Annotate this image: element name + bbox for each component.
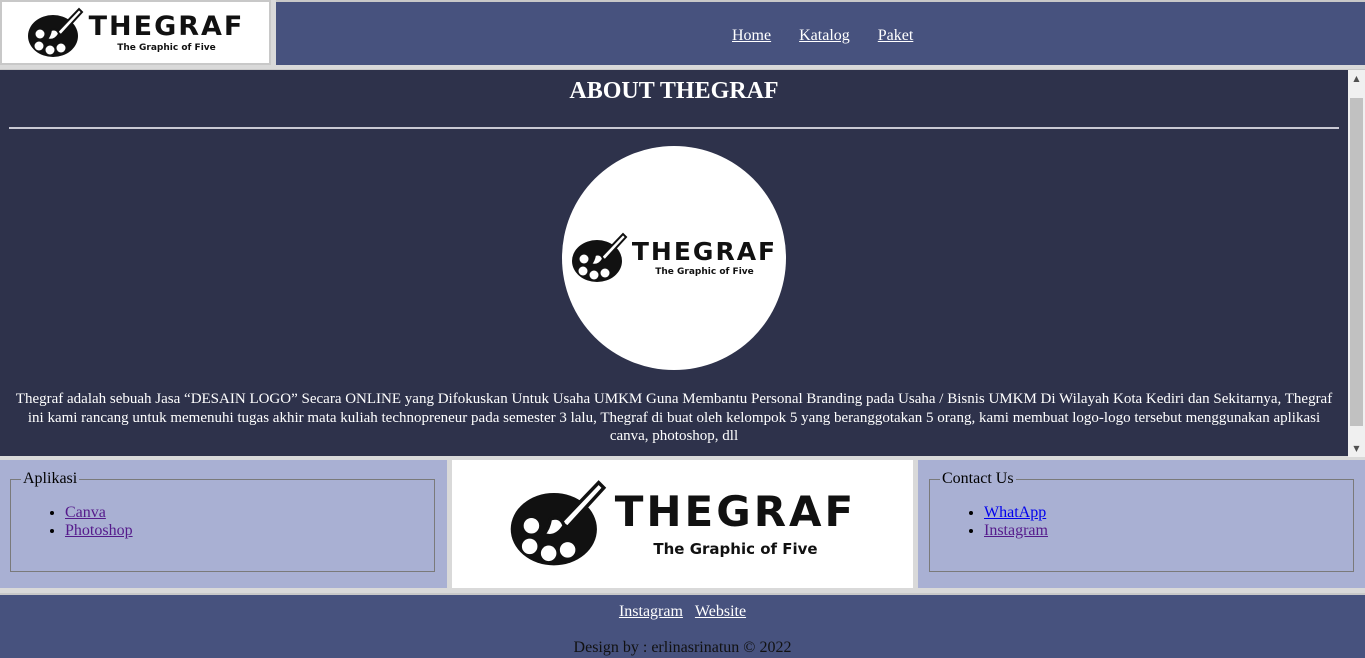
header-nav-frame: Home Katalog Paket bbox=[276, 0, 1365, 65]
center-brand-tagline: The Graphic of Five bbox=[653, 540, 818, 558]
scrollbar-thumb[interactable] bbox=[1350, 98, 1363, 426]
divider bbox=[9, 127, 1339, 129]
about-logo-circle: THEGRAF The Graphic of Five bbox=[562, 146, 786, 370]
list-item: Photoshop bbox=[65, 522, 434, 540]
about-frame: ABOUT THEGRAF THEGRAF The Graphic of Fiv… bbox=[0, 69, 1365, 457]
footer-links: Instagram Website bbox=[0, 603, 1365, 621]
whatsapp-link[interactable]: WhatApp bbox=[984, 504, 1046, 521]
about-title: ABOUT THEGRAF bbox=[569, 78, 779, 104]
palette-icon bbox=[510, 480, 606, 566]
photoshop-link[interactable]: Photoshop bbox=[65, 522, 133, 539]
instagram-link[interactable]: Instagram bbox=[984, 522, 1048, 539]
brand-name: THEGRAF bbox=[88, 10, 245, 42]
brand-logo: THEGRAF The Graphic of Five bbox=[27, 6, 245, 60]
center-brand-name: THEGRAF bbox=[614, 487, 857, 536]
brand-tagline: The Graphic of Five bbox=[117, 42, 216, 53]
palette-icon bbox=[571, 232, 628, 282]
aplikasi-panel: Aplikasi Canva Photoshop bbox=[0, 460, 447, 588]
about-brand-tagline: The Graphic of Five bbox=[655, 267, 754, 277]
contact-legend: Contact Us bbox=[942, 470, 1014, 487]
triangle-up-icon[interactable]: ▲ bbox=[1348, 70, 1365, 87]
about-brand-name: THEGRAF bbox=[631, 237, 778, 266]
aplikasi-list: Canva Photoshop bbox=[21, 504, 434, 540]
footer-brand-logo: THEGRAF The Graphic of Five bbox=[509, 477, 857, 571]
about-content: ABOUT THEGRAF THEGRAF The Graphic of Fiv… bbox=[0, 70, 1348, 457]
palette-icon bbox=[27, 7, 84, 57]
center-logo-panel: THEGRAF The Graphic of Five bbox=[452, 460, 913, 588]
header-logo-frame: THEGRAF The Graphic of Five bbox=[0, 0, 271, 65]
contact-list: WhatApp Instagram bbox=[940, 504, 1353, 540]
about-logo: THEGRAF The Graphic of Five bbox=[571, 231, 777, 285]
contact-fieldset: Contact Us WhatApp Instagram bbox=[929, 470, 1354, 572]
about-description: Thegraf adalah sebuah Jasa “DESAIN LOGO”… bbox=[15, 391, 1333, 444]
contact-panel: Contact Us WhatApp Instagram bbox=[918, 460, 1365, 588]
triangle-down-icon[interactable]: ▼ bbox=[1348, 440, 1365, 457]
nav-paket-link[interactable]: Paket bbox=[878, 27, 914, 45]
list-item: WhatApp bbox=[984, 504, 1353, 522]
nav-katalog-link[interactable]: Katalog bbox=[799, 27, 850, 45]
footer-website-link[interactable]: Website bbox=[695, 603, 746, 620]
list-item: Canva bbox=[65, 504, 434, 522]
footer-credit: Design by : erlinasrinatun © 2022 bbox=[573, 639, 792, 656]
canva-link[interactable]: Canva bbox=[65, 504, 106, 521]
main-nav: Home Katalog Paket bbox=[732, 27, 913, 45]
list-item: Instagram bbox=[984, 522, 1353, 540]
vertical-scrollbar[interactable]: ▲ ▼ bbox=[1348, 70, 1365, 457]
aplikasi-legend: Aplikasi bbox=[23, 470, 78, 487]
footer-instagram-link[interactable]: Instagram bbox=[619, 603, 683, 620]
aplikasi-fieldset: Aplikasi Canva Photoshop bbox=[10, 470, 435, 572]
footer: Instagram Website Design by : erlinasrin… bbox=[0, 593, 1365, 658]
nav-home-link[interactable]: Home bbox=[732, 27, 771, 45]
